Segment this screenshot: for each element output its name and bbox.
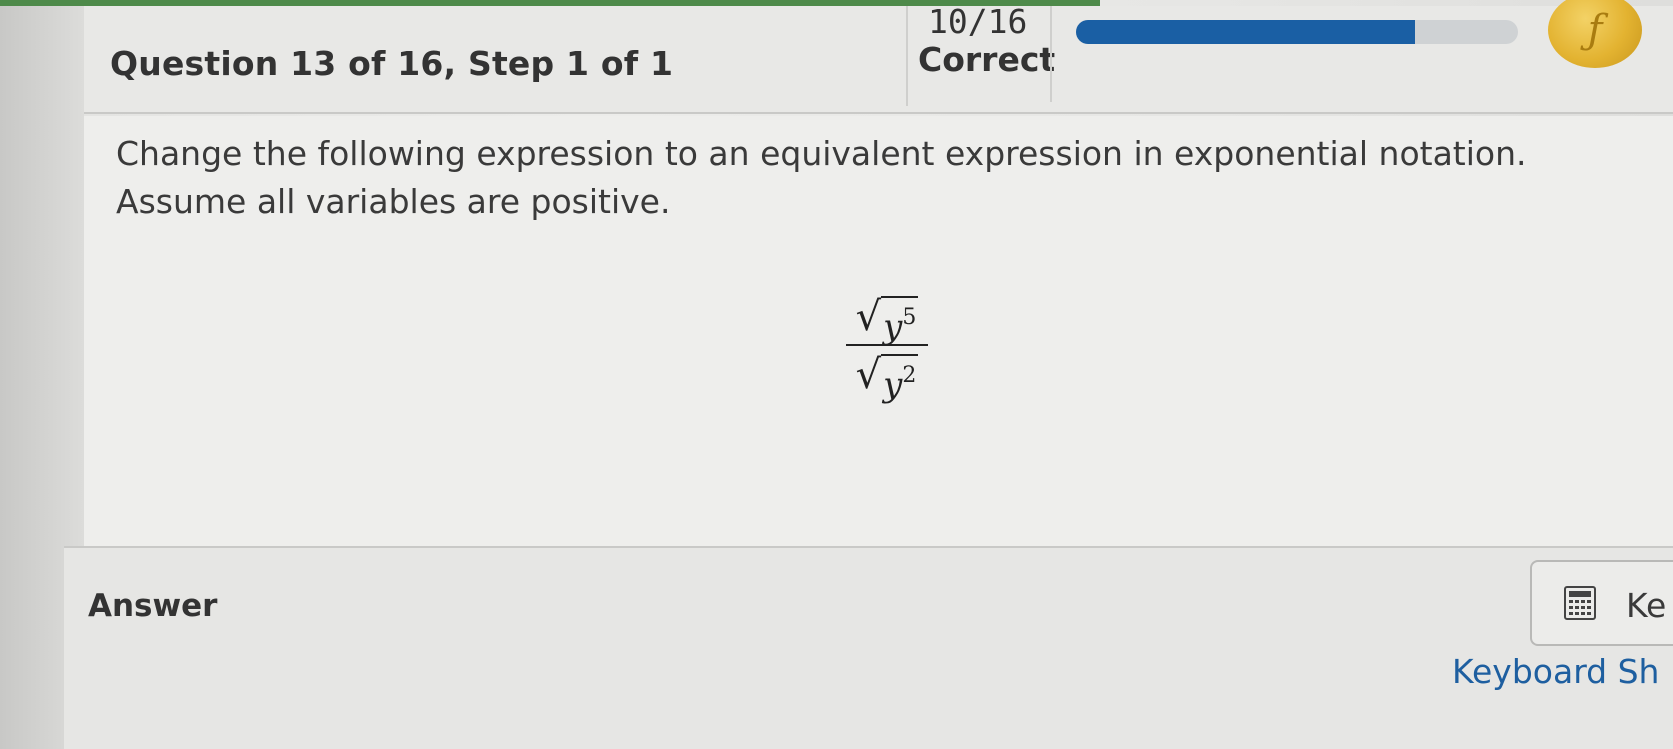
- progress-bar: [1076, 20, 1518, 44]
- radical-sign: √: [855, 352, 882, 398]
- radicand: y2: [881, 354, 919, 405]
- radicand-exponent: 2: [902, 363, 917, 388]
- fraction-denominator: √ y2: [842, 352, 932, 405]
- score-label: Correct: [918, 40, 1056, 79]
- calculator-icon: [1564, 586, 1596, 620]
- fraction-numerator: √ y5: [842, 290, 932, 347]
- radicand-base: y: [883, 365, 903, 405]
- keypad-label[interactable]: Ke: [1626, 586, 1666, 625]
- question-title: Question 13 of 16, Step 1 of 1: [110, 44, 674, 83]
- answer-label: Answer: [88, 588, 218, 624]
- question-prompt: Change the following expression to an eq…: [116, 134, 1527, 221]
- math-expression: √ y5 √ y2: [842, 290, 932, 405]
- radicand-exponent: 5: [902, 305, 917, 330]
- radicand: y5: [881, 296, 919, 347]
- header-divider: [906, 6, 908, 106]
- radical-sign: √: [855, 294, 882, 340]
- radicand-base: y: [883, 307, 903, 347]
- header-divider: [1050, 6, 1052, 102]
- answer-area: [64, 548, 1673, 749]
- keyboard-shortcuts-link[interactable]: Keyboard Sh: [1452, 652, 1659, 691]
- score-count: 10/16: [928, 2, 1028, 41]
- progress-bar-fill: [1076, 20, 1415, 44]
- screen: Question 13 of 16, Step 1 of 1 10/16 Cor…: [0, 0, 1673, 749]
